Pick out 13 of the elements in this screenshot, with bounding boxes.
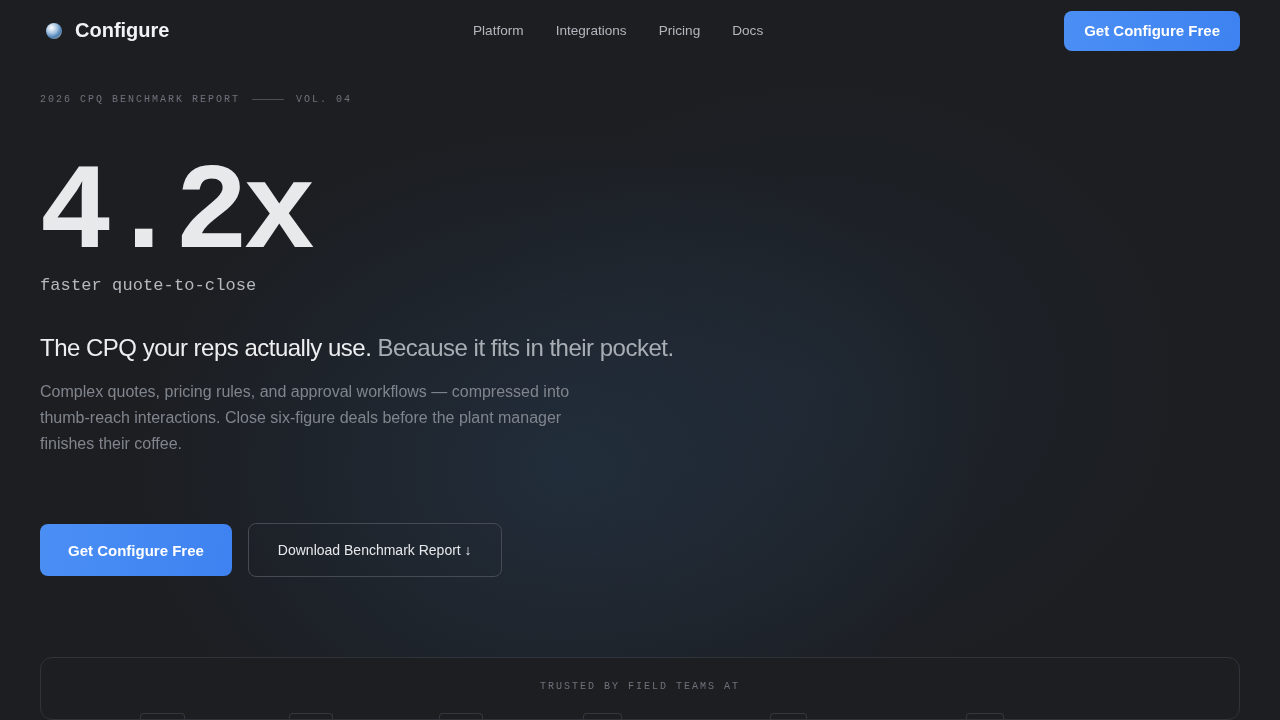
download-report-button[interactable]: Download Benchmark Report ↓ [247, 523, 502, 577]
sphere-logo-icon [46, 22, 62, 39]
nav-link[interactable]: Docs [732, 23, 764, 38]
headline: The CPQ your reps actually use. Because it fits in their pocket. [40, 333, 674, 363]
trusted-title: TRUSTED BY FIELD TEAMS AT [540, 681, 740, 692]
nav-link[interactable]: Integrations [555, 23, 627, 38]
stat-caption: faster quote-to-close [40, 276, 257, 295]
nav-link[interactable]: Platform [473, 23, 524, 38]
nav-link[interactable]: Pricing [658, 23, 701, 38]
volume-label: VOL. 04 [296, 94, 353, 105]
hero-description: Complex quotes, pricing rules, and approval workflows — compressed into thumb-reach interactions. Close six-figure deals before the plant manager finishes their coffee. [40, 382, 571, 454]
brand-name[interactable]: Configure [75, 19, 170, 42]
eyebrow-text: 2026 CPQ BENCHMARK REPORT [40, 94, 241, 105]
